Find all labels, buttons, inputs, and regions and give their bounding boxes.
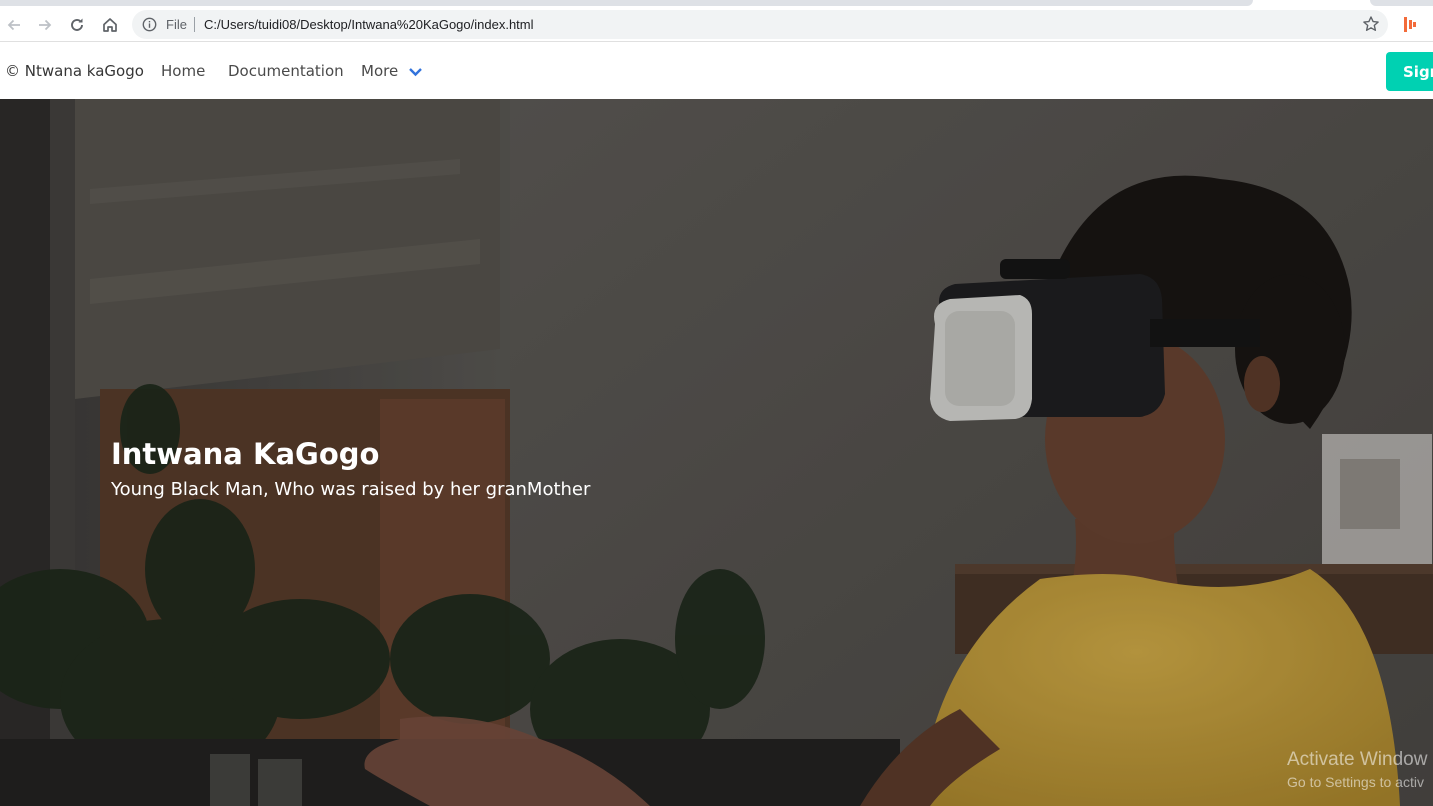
signup-button[interactable]: Sign [1386,52,1433,91]
signup-button-label: Sign [1403,63,1433,81]
hero-title: Intwana KaGogo [111,437,380,471]
site-navbar: © Ntwana kaGogo Home Documentation More … [0,43,1433,99]
nav-link-home[interactable]: Home [161,62,205,80]
browser-toolbar: File C:/Users/tuidi08/Desktop/Intwana%20… [0,8,1433,42]
browser-tab-next[interactable] [1370,0,1433,6]
browser-tab[interactable] [0,0,1253,6]
nav-link-documentation[interactable]: Documentation [228,62,344,80]
hero-subtitle: Young Black Man, Who was raised by her g… [111,479,591,500]
hero-section: Intwana KaGogo Young Black Man, Who was … [0,99,1433,806]
activate-windows-watermark: Activate Window Go to Settings to activ [1287,749,1427,790]
forward-arrow-icon[interactable] [32,12,58,38]
chevron-down-icon[interactable] [408,66,423,78]
extension-icon[interactable] [1403,16,1417,33]
star-icon[interactable] [1362,15,1380,33]
url-text[interactable]: C:/Users/tuidi08/Desktop/Intwana%20KaGog… [204,17,534,32]
nav-link-more[interactable]: More [361,62,398,80]
address-bar[interactable]: File C:/Users/tuidi08/Desktop/Intwana%20… [132,10,1388,39]
reload-icon[interactable] [64,12,90,38]
url-scheme-label: File [166,17,187,32]
omnibox-divider [194,17,195,32]
watermark-line-2: Go to Settings to activ [1287,774,1424,790]
info-icon[interactable] [142,17,157,32]
watermark-line-1: Activate Window [1287,749,1428,770]
tab-strip [0,0,1433,8]
navbar-brand[interactable]: © Ntwana kaGogo [5,62,144,80]
home-icon[interactable] [97,12,123,38]
back-arrow-icon[interactable] [1,12,27,38]
